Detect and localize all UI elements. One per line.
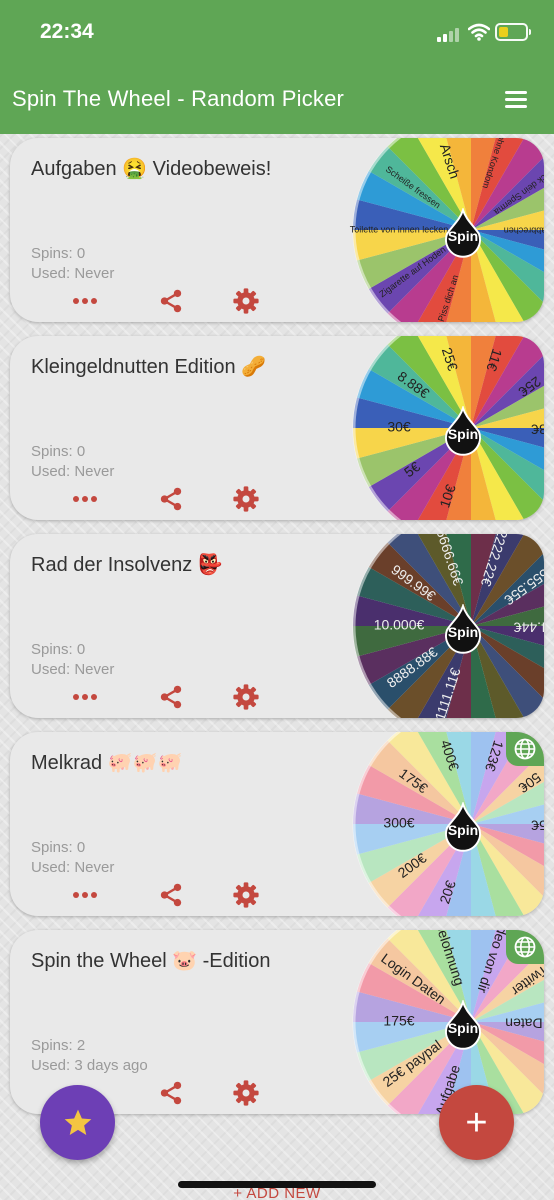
- home-indicator: [178, 1181, 376, 1188]
- wheel-title: Melkrad 🐖🐖🐖: [31, 752, 183, 774]
- page-title: Spin The Wheel - Random Picker: [12, 86, 345, 111]
- wheel-title: Kleingeldnutten Edition 🥜: [31, 356, 267, 378]
- more-dots-icon[interactable]: [70, 484, 100, 514]
- card-actions: [70, 286, 290, 316]
- wheel-option-label: 75€: [531, 817, 544, 833]
- wifi-icon: [468, 23, 490, 41]
- wheel-card[interactable]: Rad der Insolvenz 👺 Spins: 0 Used: Never 11…: [10, 534, 544, 718]
- wheel-last-used: Used: Never: [31, 265, 115, 282]
- spin-label: Spin: [447, 426, 479, 442]
- gear-icon[interactable]: [231, 682, 261, 712]
- card-actions: [70, 682, 290, 712]
- wheel-option-label: 4444.44€: [514, 619, 544, 635]
- wheel-preview-container[interactable]: 1111.11€ 8888.88€ 10.000€ 999.99€ 6666.66€ 22…: [345, 534, 544, 718]
- spin-button[interactable]: Spin: [441, 208, 485, 264]
- wheel-title: Rad der Insolvenz 👺: [31, 554, 223, 576]
- hamburger-icon[interactable]: [505, 89, 529, 111]
- card-actions: [70, 880, 290, 910]
- cellular-signal-icon: [437, 26, 463, 42]
- spin-label: Spin: [447, 1020, 479, 1036]
- card-actions: [70, 484, 290, 514]
- wheel-spins-count: Spins: 2: [31, 1037, 86, 1054]
- wheel-spins-count: Spins: 0: [31, 245, 86, 262]
- spin-button[interactable]: Spin: [441, 1000, 485, 1056]
- share-icon[interactable]: [156, 286, 186, 316]
- wheel-title: Spin the Wheel 🐷 -Edition: [31, 950, 271, 972]
- add-wheel-button[interactable]: +: [439, 1085, 514, 1160]
- more-dots-icon[interactable]: [70, 880, 100, 910]
- gear-icon[interactable]: [231, 484, 261, 514]
- wheel-option-label: Login Daten: [505, 1015, 544, 1031]
- spin-button[interactable]: Spin: [441, 802, 485, 858]
- share-icon[interactable]: [156, 880, 186, 910]
- share-icon[interactable]: [156, 484, 186, 514]
- wheel-preview-container[interactable]: Piss dich an Zigarette auf Hoden Toilette …: [345, 138, 544, 322]
- wheel-option-label: 30€: [387, 419, 411, 435]
- wheel-spins-count: Spins: 0: [31, 443, 86, 460]
- spin-label: Spin: [447, 822, 479, 838]
- globe-icon: [506, 732, 544, 766]
- wheel-title: Aufgaben 🤮 Videobeweis!: [31, 158, 272, 180]
- wheel-option-label: Toilette von innen lecken: [350, 224, 449, 234]
- wheel-last-used: Used: Never: [31, 463, 115, 480]
- plus-icon: +: [465, 1101, 488, 1144]
- wheel-option-label: 300€: [383, 815, 414, 831]
- wheel-option-label: 175€: [383, 1013, 414, 1029]
- wheel-preview-container[interactable]: 10€5€30€8.88€25€11€25€88€Spin: [345, 336, 544, 520]
- spin-button[interactable]: Spin: [441, 604, 485, 660]
- globe-icon: [506, 930, 544, 964]
- wheel-last-used: Used: Never: [31, 859, 115, 876]
- wheel-spins-count: Spins: 0: [31, 641, 86, 658]
- wheel-card[interactable]: Aufgaben 🤮 Videobeweis! Spins: 0 Used: Nev…: [10, 138, 544, 322]
- wheel-card[interactable]: Kleingeldnutten Edition 🥜 Spins: 0 Used: N…: [10, 336, 544, 520]
- favorites-button[interactable]: [40, 1085, 115, 1160]
- wheel-option-label: 10.000€: [374, 617, 425, 633]
- gear-icon[interactable]: [231, 1078, 261, 1108]
- wheel-spins-count: Spins: 0: [31, 839, 86, 856]
- spin-button[interactable]: Spin: [441, 406, 485, 462]
- spin-label: Spin: [447, 624, 479, 640]
- status-time: 22:34: [40, 20, 94, 43]
- gear-icon[interactable]: [231, 286, 261, 316]
- app-header: 22:34 Spin The Wheel - Random Picker: [0, 0, 554, 134]
- wheel-last-used: Used: Never: [31, 661, 115, 678]
- star-icon: [64, 1109, 91, 1135]
- more-dots-icon[interactable]: [70, 682, 100, 712]
- wheel-option-label: 88€: [531, 421, 544, 437]
- wheel-last-used: Used: 3 days ago: [31, 1057, 148, 1074]
- battery-icon: [495, 23, 531, 41]
- gear-icon[interactable]: [231, 880, 261, 910]
- spin-label: Spin: [447, 228, 479, 244]
- wheel-card[interactable]: Melkrad 🐖🐖🐖 Spins: 0 Used: Never 20€ 200€ 300…: [10, 732, 544, 916]
- more-dots-icon[interactable]: [70, 286, 100, 316]
- share-icon[interactable]: [156, 682, 186, 712]
- share-icon[interactable]: [156, 1078, 186, 1108]
- wheel-option-label: Abbruch abbrechen: [504, 226, 544, 236]
